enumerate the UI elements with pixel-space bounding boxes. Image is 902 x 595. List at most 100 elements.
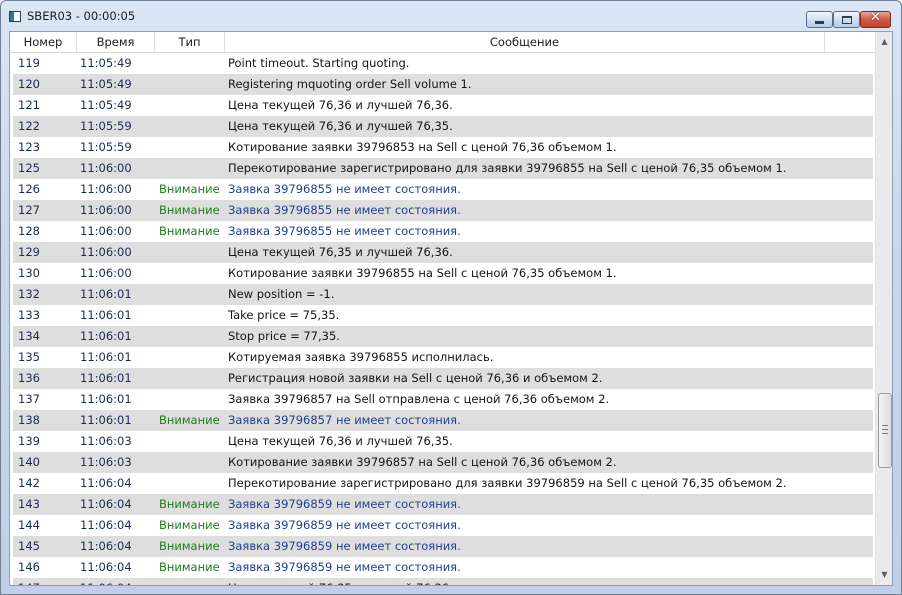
cell-number: 138 [18,413,40,427]
close-icon: ✕ [870,10,881,25]
cell-number: 147 [18,578,73,585]
cell-message: Заявка 39796859 не имеет состояния. [228,518,461,532]
cell-time: 11:06:04 [80,539,132,553]
cell-time: 11:06:00 [80,224,132,238]
table-row[interactable]: 129 11:06:00 Цена текущей 76,35 и лучшей 7… [13,242,873,263]
cell-message: Take price = 75,35. [228,308,340,322]
grid-header: Номер Время Тип Сообщение [10,32,875,53]
table-row[interactable]: 123 11:05:59 Котирование заявки 39796853 н… [13,137,873,158]
cell-number: 136 [18,371,40,385]
cell-number: 126 [18,182,40,196]
table-row[interactable]: 142 11:06:04 Перекотирование зарегистриров… [13,473,873,494]
cell-time: 11:05:49 [80,56,132,70]
maximize-button[interactable] [833,11,860,28]
cell-message: Цена текущей 76,35 и лучшей 76,36. [228,578,868,585]
cell-type [159,263,229,284]
column-header-number[interactable]: Номер [10,32,77,52]
vertical-scrollbar[interactable]: ▲ ▼ [875,32,892,585]
table-row[interactable]: 126 11:06:00 Внимание Заявка 39796855 не им… [13,179,873,200]
cell-time: 11:06:00 [80,203,132,217]
cell-time: 11:06:04 [80,560,132,574]
cell-time: 11:05:49 [80,77,132,91]
column-header-filler [825,32,875,52]
cell-message: Перекотирование зарегистрировано для зая… [228,476,787,490]
cell-time: 11:06:03 [80,434,132,448]
arrow-up-icon[interactable]: ▲ [879,36,890,48]
table-row[interactable]: 144 11:06:04 Внимание Заявка 39796859 не им… [13,515,873,536]
grip-icon [882,425,888,434]
table-row[interactable]: 122 11:05:59 Цена текущей 76,36 и лучшей 7… [13,116,873,137]
cell-message: Заявка 39796857 на Sell отправлена с цен… [228,392,610,406]
table-row[interactable]: 138 11:06:01 Внимание Заявка 39796857 не им… [13,410,873,431]
cell-message: Заявка 39796859 не имеет состояния. [228,560,461,574]
cell-time: 11:06:04 [80,518,132,532]
cell-number: 134 [18,329,40,343]
scrollbar-thumb[interactable] [878,393,892,468]
cell-number: 127 [18,203,40,217]
cell-message: Котирование заявки 39796855 на Sell с це… [228,266,617,280]
title-bar[interactable]: SBER03 - 00:00:05 ✕ [1,1,901,31]
cell-message: Цена текущей 76,36 и лучшей 76,36. [228,98,453,112]
cell-message: Котируемая заявка 39796855 исполнилась. [228,350,494,364]
table-row[interactable]: 132 11:06:01 New position = -1. [13,284,873,305]
table-row[interactable]: 139 11:06:03 Цена текущей 76,36 и лучшей 7… [13,431,873,452]
table-row[interactable]: 145 11:06:04 Внимание Заявка 39796859 не им… [13,536,873,557]
cell-message: Регистрация новой заявки на Sell с ценой… [228,371,603,385]
cell-number: 120 [18,77,40,91]
cell-time: 11:06:04 [80,497,132,511]
table-row[interactable]: 128 11:06:00 Внимание Заявка 39796855 не им… [13,221,873,242]
close-button[interactable]: ✕ [860,10,891,28]
table-row[interactable]: 134 11:06:01 Stop price = 77,35. [13,326,873,347]
minimize-button[interactable] [806,11,833,28]
table-row[interactable]: 147 11:06:04 Цена текущей 76,35 и лучшей 7… [13,578,873,585]
table-row[interactable]: 121 11:05:49 Цена текущей 76,36 и лучшей 7… [13,95,873,116]
cell-time: 11:06:01 [80,392,132,406]
table-row[interactable]: 125 11:06:00 Перекотирование зарегистриров… [13,158,873,179]
cell-time: 11:06:00 [80,245,132,259]
cell-message: Котирование заявки 39796857 на Sell с це… [228,455,617,469]
cell-type [159,578,229,585]
cell-type [159,389,229,410]
cell-type [159,368,229,389]
cell-number: 140 [18,455,40,469]
column-header-time[interactable]: Время [77,32,155,52]
cell-type [159,431,229,452]
cell-time: 11:06:01 [80,413,132,427]
table-row[interactable]: 136 11:06:01 Регистрация новой заявки на S… [13,368,873,389]
app-window-icon [9,11,21,22]
table-row[interactable]: 135 11:06:01 Котируемая заявка 39796855 ис… [13,347,873,368]
cell-number: 135 [18,350,40,364]
cell-number: 132 [18,287,40,301]
cell-type [159,137,229,158]
cell-time: 11:06:01 [80,329,132,343]
table-row[interactable]: 120 11:05:49 Registering mquoting order Se… [13,74,873,95]
table-row[interactable]: 119 11:05:49 Point timeout. Starting quoti… [13,53,873,74]
cell-type [159,347,229,368]
cell-type [159,53,229,74]
cell-time: 11:06:01 [80,308,132,322]
table-row[interactable]: 133 11:06:01 Take price = 75,35. [13,305,873,326]
cell-number: 122 [18,119,40,133]
cell-type [159,242,229,263]
cell-number: 130 [18,266,40,280]
table-row[interactable]: 130 11:06:00 Котирование заявки 39796855 н… [13,263,873,284]
cell-number: 137 [18,392,40,406]
table-row[interactable]: 127 11:06:00 Внимание Заявка 39796855 не им… [13,200,873,221]
maximize-icon [842,16,852,24]
app-window: SBER03 - 00:00:05 ✕ Номер Время Тип Сооб… [0,0,902,595]
cell-message: New position = -1. [228,287,335,301]
table-row[interactable]: 140 11:06:03 Котирование заявки 39796857 н… [13,452,873,473]
cell-number: 144 [18,518,40,532]
cell-time: 11:05:59 [80,140,132,154]
cell-number: 129 [18,245,40,259]
table-row[interactable]: 146 11:06:04 Внимание Заявка 39796859 не им… [13,557,873,578]
table-row[interactable]: 143 11:06:04 Внимание Заявка 39796859 не им… [13,494,873,515]
column-header-message[interactable]: Сообщение [225,32,825,52]
cell-type: Внимание [159,203,220,217]
cell-number: 139 [18,434,40,448]
cell-time: 11:06:04 [80,578,150,585]
table-row[interactable]: 137 11:06:01 Заявка 39796857 на Sell отпра… [13,389,873,410]
arrow-down-icon[interactable]: ▼ [879,569,890,581]
column-header-type[interactable]: Тип [155,32,225,52]
cell-type [159,95,229,116]
